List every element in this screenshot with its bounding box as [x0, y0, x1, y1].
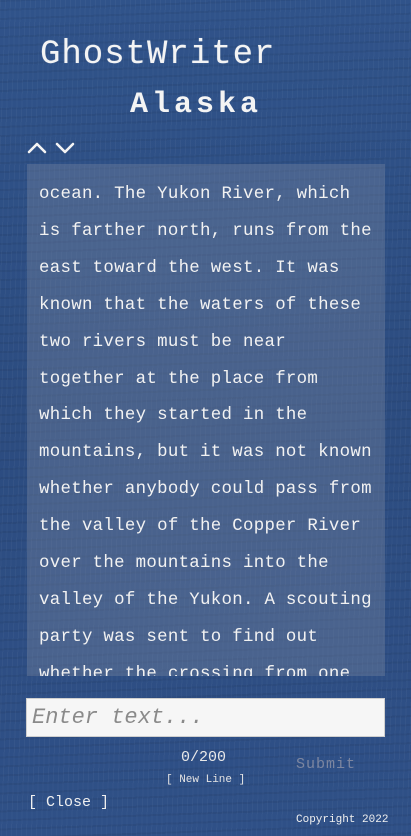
scroll-down-button[interactable] [54, 138, 76, 158]
character-counter: 0/200 [181, 749, 227, 766]
copyright-text: Copyright 2022 [296, 814, 389, 826]
story-title: Alaska [130, 88, 263, 122]
story-text: ocean. The Yukon River, which is farther… [39, 185, 372, 676]
scroll-controls [26, 138, 76, 158]
new-line-button[interactable]: [ New Line ] [166, 774, 245, 786]
story-text-input[interactable] [26, 698, 385, 737]
close-button[interactable]: [ Close ] [28, 794, 109, 811]
app-title: GhostWriter [40, 36, 276, 74]
chevron-down-icon [55, 142, 75, 154]
chevron-up-icon [27, 142, 47, 154]
scroll-up-button[interactable] [26, 138, 48, 158]
story-reader-panel[interactable]: ocean. The Yukon River, which is farther… [27, 164, 385, 676]
submit-button[interactable]: Submit [296, 756, 356, 773]
